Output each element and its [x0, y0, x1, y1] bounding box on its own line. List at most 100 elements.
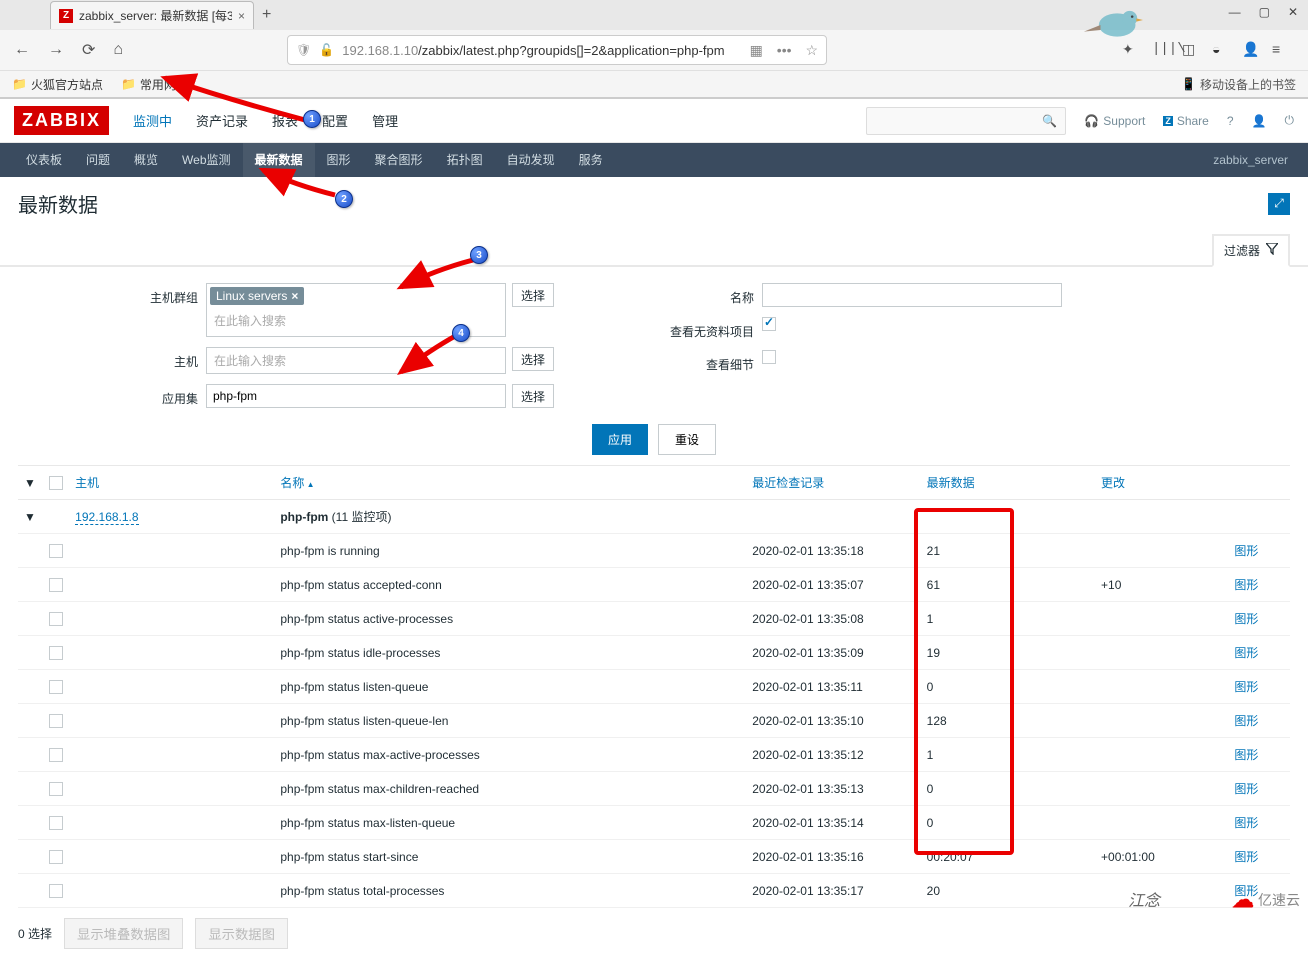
- item-change: [1095, 602, 1228, 636]
- submenu-discovery[interactable]: 自动发现: [495, 143, 567, 177]
- row-checkbox[interactable]: [49, 646, 63, 660]
- submenu-maps[interactable]: 拓扑图: [435, 143, 495, 177]
- logout-icon[interactable]: ⏻: [1285, 113, 1295, 128]
- submenu-services[interactable]: 服务: [567, 143, 615, 177]
- application-select-button[interactable]: 选择: [512, 384, 554, 408]
- back-button[interactable]: ←: [10, 37, 34, 63]
- row-checkbox[interactable]: [49, 884, 63, 898]
- submenu-web[interactable]: Web监测: [170, 143, 242, 177]
- fullscreen-button[interactable]: ⤢: [1268, 193, 1290, 215]
- submenu-dashboard[interactable]: 仪表板: [14, 143, 74, 177]
- label-nodata: 查看无资料项目: [664, 317, 754, 340]
- sidebar-icon[interactable]: ◫: [1182, 41, 1200, 59]
- col-host[interactable]: 主机: [69, 466, 274, 500]
- item-lastvalue: 21: [921, 534, 1095, 568]
- application-input[interactable]: [206, 384, 506, 408]
- new-tab-button[interactable]: +: [262, 6, 271, 24]
- bookmark-common[interactable]: 📁常用网址: [121, 76, 188, 93]
- col-change[interactable]: 更改: [1095, 466, 1228, 500]
- maximize-icon[interactable]: ▢: [1259, 5, 1270, 19]
- row-checkbox[interactable]: [49, 782, 63, 796]
- hosts-select-button[interactable]: 选择: [512, 347, 554, 371]
- row-checkbox[interactable]: [49, 680, 63, 694]
- share-link[interactable]: ZShare: [1163, 114, 1209, 128]
- more-icon[interactable]: •••: [777, 42, 792, 59]
- row-checkbox[interactable]: [49, 578, 63, 592]
- col-toggle[interactable]: ▼: [18, 466, 43, 500]
- home-button[interactable]: ⌂: [109, 37, 127, 63]
- zabbix-logo[interactable]: ZABBIX: [14, 106, 109, 135]
- col-lastvalue[interactable]: 最新数据: [921, 466, 1095, 500]
- row-checkbox[interactable]: [49, 748, 63, 762]
- support-link[interactable]: 🎧Support: [1084, 114, 1145, 128]
- col-lastcheck[interactable]: 最近检查记录: [746, 466, 920, 500]
- graph-link[interactable]: 图形: [1234, 748, 1258, 762]
- submenu-graphs[interactable]: 图形: [315, 143, 363, 177]
- graph-link[interactable]: 图形: [1234, 612, 1258, 626]
- row-checkbox[interactable]: [49, 544, 63, 558]
- item-lastvalue: 1: [921, 602, 1095, 636]
- row-checkbox[interactable]: [49, 816, 63, 830]
- forward-button[interactable]: →: [44, 37, 68, 63]
- graph-link[interactable]: 图形: [1234, 544, 1258, 558]
- submenu-latest-data[interactable]: 最新数据: [243, 143, 315, 177]
- apply-button[interactable]: 应用: [592, 424, 648, 455]
- pocket-icon[interactable]: ◒: [1212, 41, 1230, 59]
- collapse-toggle[interactable]: ▼: [18, 500, 43, 534]
- submenu-problems[interactable]: 问题: [74, 143, 122, 177]
- menu-icon[interactable]: ≡: [1272, 41, 1290, 59]
- submenu-overview[interactable]: 概览: [122, 143, 170, 177]
- lock-strike-icon[interactable]: 🔓: [319, 43, 334, 57]
- graph-link[interactable]: 图形: [1234, 850, 1258, 864]
- graph-link[interactable]: 图形: [1234, 714, 1258, 728]
- account-icon[interactable]: 👤: [1242, 41, 1260, 59]
- menu-inventory[interactable]: 资产记录: [186, 99, 258, 142]
- row-checkbox[interactable]: [49, 612, 63, 626]
- table-row: php-fpm status total-processes2020-02-01…: [18, 874, 1290, 908]
- nodata-checkbox[interactable]: [762, 317, 776, 331]
- close-window-icon[interactable]: ✕: [1288, 5, 1298, 19]
- col-name[interactable]: 名称: [274, 466, 746, 500]
- global-search-input[interactable]: 🔍: [866, 107, 1066, 135]
- bookmark-mobile[interactable]: 📱移动设备上的书签: [1181, 76, 1296, 93]
- reload-button[interactable]: ⟳: [78, 36, 99, 64]
- reset-button[interactable]: 重设: [658, 424, 716, 455]
- filter-toggle[interactable]: 过滤器: [1212, 234, 1290, 267]
- graph-link[interactable]: 图形: [1234, 646, 1258, 660]
- item-lastcheck: 2020-02-01 13:35:14: [746, 806, 920, 840]
- graph-link[interactable]: 图形: [1234, 578, 1258, 592]
- menu-reports[interactable]: 报表: [262, 99, 308, 142]
- row-checkbox[interactable]: [49, 714, 63, 728]
- hosts-input[interactable]: 在此输入搜索: [206, 347, 506, 374]
- minimize-icon[interactable]: —: [1229, 5, 1241, 19]
- table-row: php-fpm status max-active-processes2020-…: [18, 738, 1290, 772]
- browser-tab[interactable]: Z zabbix_server: 最新数据 [每30 ×: [50, 1, 254, 29]
- graph-link[interactable]: 图形: [1234, 680, 1258, 694]
- row-checkbox[interactable]: [49, 850, 63, 864]
- user-icon[interactable]: 👤: [1252, 114, 1267, 128]
- name-input[interactable]: [762, 283, 1062, 307]
- col-checkbox-all[interactable]: [43, 466, 70, 500]
- submenu-screens[interactable]: 聚合图形: [363, 143, 435, 177]
- url-bar[interactable]: 🛡 🔓 192.168.1.10/zabbix/latest.php?group…: [287, 35, 827, 65]
- library-icon[interactable]: |||\: [1152, 41, 1170, 59]
- menu-monitoring[interactable]: 监测中: [123, 99, 182, 142]
- shield-icon[interactable]: 🛡: [296, 43, 311, 57]
- graph-link[interactable]: 图形: [1234, 782, 1258, 796]
- extension-icon[interactable]: ✦: [1122, 41, 1140, 59]
- menu-administration[interactable]: 管理: [362, 99, 408, 142]
- hostgroups-select-button[interactable]: 选择: [512, 283, 554, 307]
- table-row: php-fpm status active-processes2020-02-0…: [18, 602, 1290, 636]
- details-checkbox[interactable]: [762, 350, 776, 364]
- bookmark-firefox[interactable]: 📁火狐官方站点: [12, 76, 103, 93]
- item-lastcheck: 2020-02-01 13:35:09: [746, 636, 920, 670]
- graph-link[interactable]: 图形: [1234, 816, 1258, 830]
- help-icon[interactable]: ?: [1227, 114, 1234, 128]
- hostgroup-tag: Linux servers×: [210, 287, 304, 305]
- reader-icon[interactable]: ▦: [750, 42, 763, 59]
- remove-tag-icon[interactable]: ×: [291, 289, 298, 303]
- bookmark-star-icon[interactable]: ☆: [806, 42, 819, 59]
- top-menu: 监测中 资产记录 报表 配置 管理: [123, 99, 408, 142]
- tab-close-icon[interactable]: ×: [238, 9, 245, 23]
- host-link[interactable]: 192.168.1.8: [75, 510, 138, 525]
